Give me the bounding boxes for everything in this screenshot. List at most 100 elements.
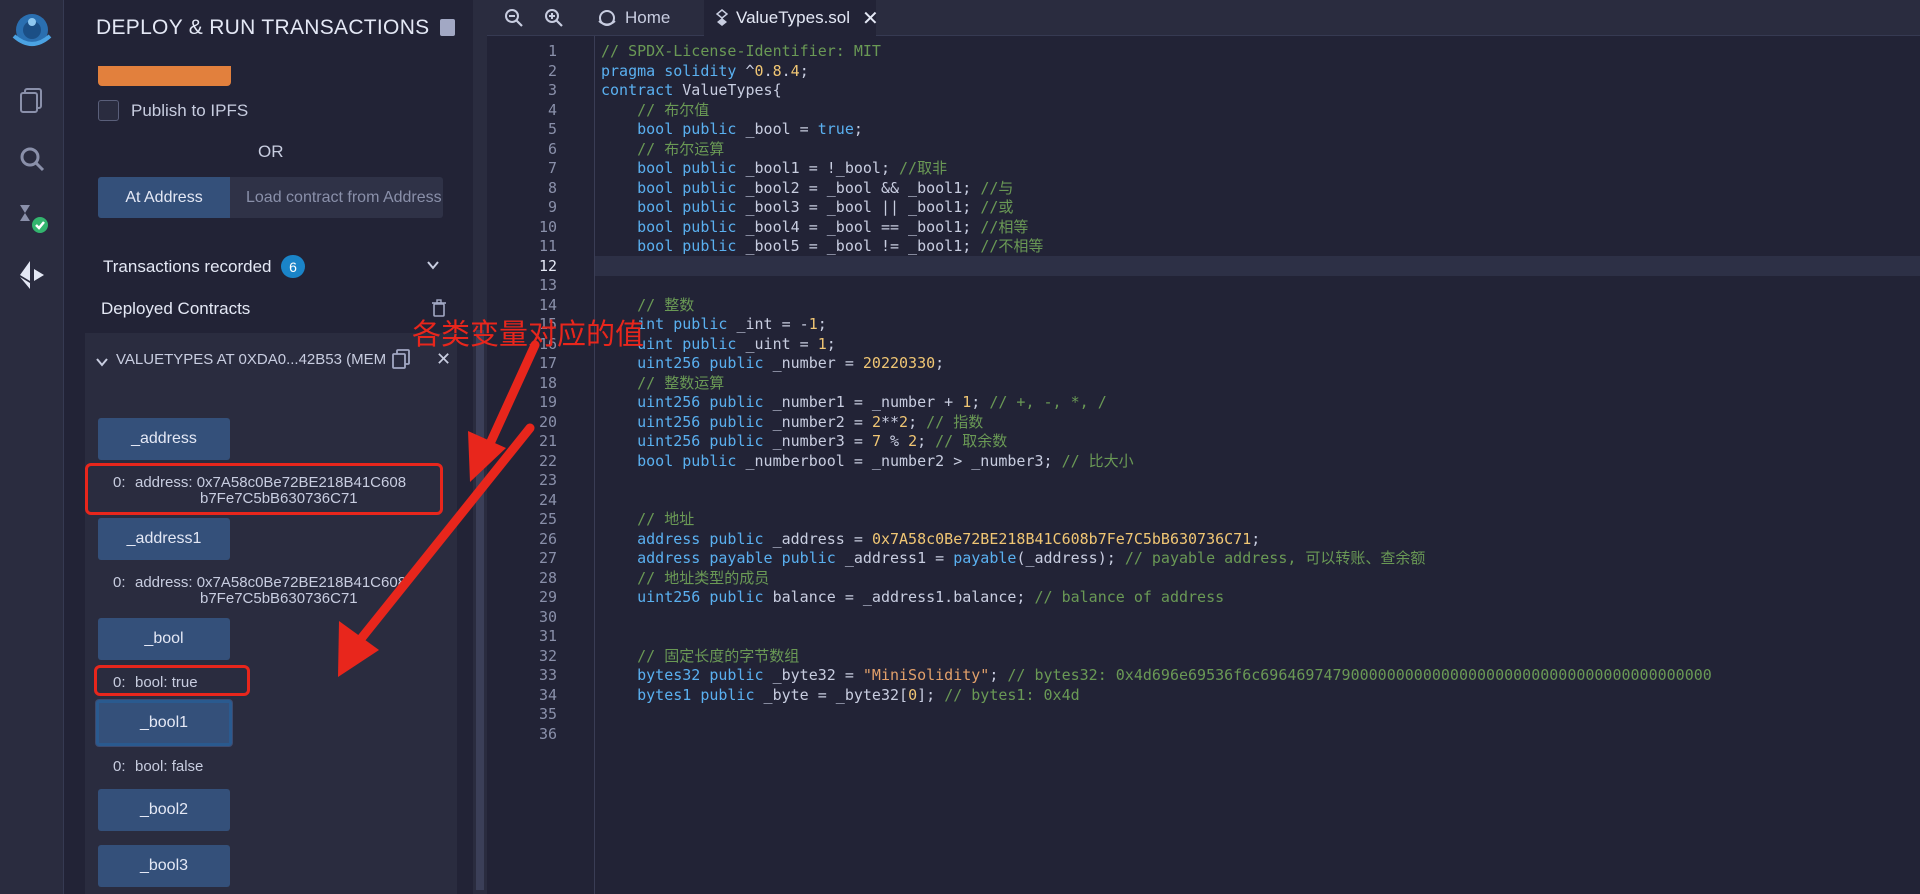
file-explorer-icon[interactable] bbox=[14, 82, 50, 118]
code-line[interactable]: bool public _bool = true; bbox=[595, 119, 1920, 139]
code-line[interactable]: // SPDX-License-Identifier: MIT bbox=[595, 41, 1920, 61]
line-number: 25 bbox=[538, 510, 557, 528]
code-line[interactable]: // 整数运算 bbox=[595, 373, 1920, 393]
line-number: 7 bbox=[547, 159, 557, 177]
code-line[interactable]: address public _address = 0x7A58c0Be72BE… bbox=[595, 529, 1920, 549]
tab-home[interactable]: Home bbox=[585, 0, 682, 36]
code-line[interactable]: bool public _numberbool = _number2 > _nu… bbox=[595, 451, 1920, 471]
code-line[interactable] bbox=[595, 470, 1920, 490]
code-line[interactable] bbox=[595, 275, 1920, 295]
code-line[interactable]: // 地址类型的成员 bbox=[595, 568, 1920, 588]
code-line-text: pragma solidity ^0.8.4; bbox=[601, 61, 809, 80]
code-line[interactable]: contract ValueTypes{ bbox=[595, 80, 1920, 100]
tab-valuetypes-label: ValueTypes.sol bbox=[736, 8, 851, 27]
code-line[interactable]: int public _int = -1; bbox=[595, 314, 1920, 334]
code-line[interactable] bbox=[595, 626, 1920, 646]
fn-button-address1[interactable]: _address1 bbox=[98, 518, 230, 560]
code-line-text: uint256 public balance = _address1.balan… bbox=[637, 588, 1225, 606]
code-line[interactable]: bool public _bool4 = _bool == _bool1; //… bbox=[595, 217, 1920, 237]
code-line[interactable]: // 布尔值 bbox=[595, 100, 1920, 120]
fn-button-bool1[interactable]: _bool1 bbox=[96, 700, 232, 746]
icon-rail bbox=[0, 0, 64, 894]
code-line[interactable]: uint256 public _number1 = _number + 1; /… bbox=[595, 392, 1920, 412]
code-line-text: // 固定长度的字节数组 bbox=[637, 646, 800, 665]
code-line-text: uint256 public _number1 = _number + 1; /… bbox=[637, 393, 1107, 411]
code-line[interactable]: uint256 public balance = _address1.balan… bbox=[595, 587, 1920, 607]
code-line[interactable]: bool public _bool2 = _bool && _bool1; //… bbox=[595, 178, 1920, 198]
line-number: 35 bbox=[538, 705, 557, 723]
line-number: 6 bbox=[547, 139, 557, 158]
code-line[interactable]: uint256 public _number2 = 2**2; // 指数 bbox=[595, 412, 1920, 432]
zoom-out-icon[interactable] bbox=[504, 8, 524, 28]
code-line[interactable]: bool public _bool5 = _bool != _bool1; //… bbox=[595, 236, 1920, 256]
line-number: 30 bbox=[538, 607, 557, 626]
transactions-recorded-label[interactable]: Transactions recorded bbox=[103, 257, 272, 277]
remix-logo-icon bbox=[597, 8, 617, 28]
documentation-icon[interactable] bbox=[440, 19, 455, 36]
code-line[interactable]: bytes1 public _byte = _byte32[0]; // byt… bbox=[595, 685, 1920, 705]
line-number: 4 bbox=[547, 100, 557, 119]
panel-splitter[interactable] bbox=[473, 0, 487, 894]
publish-ipfs-label: Publish to IPFS bbox=[131, 101, 249, 120]
code-line[interactable]: bytes32 public _byte32 = "MiniSolidity";… bbox=[595, 665, 1920, 685]
copy-icon[interactable] bbox=[391, 348, 411, 370]
code-line[interactable]: pragma solidity ^0.8.4; bbox=[595, 61, 1920, 81]
code-line[interactable]: // 整数 bbox=[595, 295, 1920, 315]
code-line-text: bool public _bool = true; bbox=[637, 120, 863, 138]
code-line[interactable]: uint256 public _number = 20220330; bbox=[595, 353, 1920, 373]
code-line[interactable] bbox=[595, 724, 1920, 744]
load-contract-input[interactable]: Load contract from Address bbox=[230, 177, 443, 218]
code-editor: Home ValueTypes.sol ✕ 1 2 3 4 5 6 7 8 9 10 11 12 13 1… bbox=[487, 0, 1920, 894]
zoom-in-icon[interactable] bbox=[544, 8, 564, 28]
line-number: 5 bbox=[547, 120, 557, 138]
code-line-text: // 地址类型的成员 bbox=[637, 568, 770, 587]
code-line-text: bool public _bool2 = _bool && _bool1; //… bbox=[637, 178, 1014, 197]
code-line[interactable]: address payable public _address1 = payab… bbox=[595, 548, 1920, 568]
fn-button-address[interactable]: _address bbox=[98, 418, 230, 460]
code-line[interactable]: // 布尔运算 bbox=[595, 139, 1920, 159]
code-line-text: // 整数运算 bbox=[637, 373, 725, 392]
code-line[interactable]: bool public _bool1 = !_bool; //取非 bbox=[595, 158, 1920, 178]
fn-button-bool[interactable]: _bool bbox=[98, 618, 230, 660]
line-number: 1 bbox=[547, 42, 557, 60]
remix-logo-icon[interactable] bbox=[10, 8, 54, 52]
contract-instance-name[interactable]: VALUETYPES AT 0XDA0...42B53 (MEMORY) bbox=[116, 351, 386, 368]
splitter-grip[interactable] bbox=[476, 330, 484, 890]
code-line[interactable]: uint256 public _number3 = 7 % 2; // 取余数 bbox=[595, 431, 1920, 451]
code-line[interactable]: uint public _uint = 1; bbox=[595, 334, 1920, 354]
line-number: 13 bbox=[538, 276, 557, 294]
code-line[interactable]: // 地址 bbox=[595, 509, 1920, 529]
code-line[interactable] bbox=[595, 255, 1920, 276]
line-number: 20 bbox=[538, 412, 557, 431]
code-line[interactable]: bool public _bool3 = _bool || _bool1; //… bbox=[595, 197, 1920, 217]
publish-ipfs-checkbox[interactable] bbox=[98, 100, 119, 121]
line-number: 28 bbox=[538, 568, 557, 587]
deploy-button[interactable] bbox=[98, 66, 231, 86]
fn-button-bool2[interactable]: _bool2 bbox=[98, 789, 230, 831]
chevron-down-icon[interactable] bbox=[426, 258, 440, 272]
solidity-compiler-icon[interactable] bbox=[14, 199, 50, 235]
fn-result-address1: 0: address: 0x7A58c0Be72BE218B41C608 b7Fe7… bbox=[113, 574, 407, 607]
panel-title: DEPLOY & RUN TRANSACTIONS bbox=[96, 16, 430, 39]
line-number-gutter: 1 2 3 4 5 6 7 8 9 10 11 12 13 14 15 16 17 18 19 20 21 22 23 24 2… bbox=[487, 36, 594, 894]
fn-button-bool3[interactable]: _bool3 bbox=[98, 845, 230, 887]
line-number: 17 bbox=[538, 354, 557, 372]
chevron-down-icon[interactable] bbox=[95, 355, 109, 369]
highlight-box bbox=[85, 463, 443, 515]
deploy-run-icon[interactable] bbox=[14, 257, 50, 293]
at-address-button[interactable]: At Address bbox=[98, 177, 230, 218]
line-number: 21 bbox=[538, 432, 557, 450]
code-line[interactable]: // 固定长度的字节数组 bbox=[595, 646, 1920, 666]
code-line[interactable] bbox=[595, 704, 1920, 724]
close-tab-icon[interactable]: ✕ bbox=[862, 6, 879, 31]
code-line-text: bytes32 public _byte32 = "MiniSolidity";… bbox=[637, 666, 1712, 684]
search-icon[interactable] bbox=[14, 141, 50, 177]
line-number: 24 bbox=[538, 490, 557, 509]
code-line[interactable] bbox=[595, 490, 1920, 510]
tab-valuetypes[interactable]: ValueTypes.sol ✕ bbox=[704, 0, 879, 36]
highlight-box bbox=[94, 665, 250, 696]
code-line-text: uint256 public _number = 20220330; bbox=[637, 354, 945, 372]
code-line[interactable] bbox=[595, 607, 1920, 627]
line-number: 11 bbox=[538, 237, 557, 255]
code-area[interactable]: // SPDX-License-Identifier: MIT pragma so… bbox=[594, 36, 1920, 894]
